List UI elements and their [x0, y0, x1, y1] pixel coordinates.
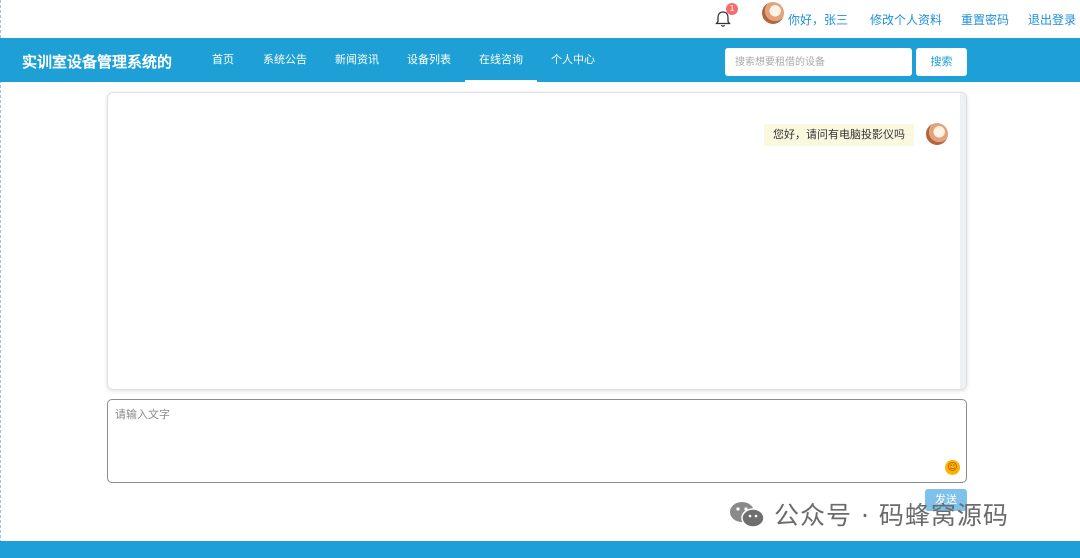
- main-nav: 实训室设备管理系统的 首页 系统公告 新闻资讯 设备列表 在线咨询 个人中心 搜…: [0, 38, 1080, 82]
- smile-emoji-icon[interactable]: ☺: [945, 460, 960, 475]
- page-edge-guide: [0, 0, 1, 558]
- nav-item-online-consult[interactable]: 在线咨询: [465, 38, 537, 82]
- chat-scrollbar[interactable]: [960, 93, 966, 389]
- search-input[interactable]: [725, 48, 912, 76]
- message-composer: ☺: [107, 399, 967, 483]
- nav-item-announcements[interactable]: 系统公告: [263, 38, 307, 82]
- nav-item-news[interactable]: 新闻资讯: [335, 38, 379, 82]
- user-greeting[interactable]: 你好，张三: [788, 11, 848, 28]
- avatar[interactable]: [762, 2, 784, 24]
- logout-link[interactable]: 退出登录: [1028, 11, 1076, 28]
- nav-item-personal-center[interactable]: 个人中心: [551, 38, 595, 82]
- chat-message: 您好，请问有电脑投影仪吗: [764, 124, 914, 146]
- site-title[interactable]: 实训室设备管理系统的: [22, 51, 172, 72]
- search-button[interactable]: 搜索: [916, 48, 967, 76]
- reset-password-link[interactable]: 重置密码: [961, 11, 1009, 28]
- top-bar: 1 你好，张三 修改个人资料 重置密码 退出登录: [0, 0, 1080, 38]
- watermark-text: 公众号 · 码蜂窝源码: [774, 501, 1009, 530]
- watermark: 公众号 · 码蜂窝源码: [726, 498, 1009, 530]
- message-avatar: [926, 123, 948, 145]
- footer-bar: [0, 541, 1080, 558]
- message-input[interactable]: [108, 400, 966, 482]
- nav-item-equipment-list[interactable]: 设备列表: [407, 38, 451, 82]
- nav-item-home[interactable]: 首页: [212, 38, 234, 82]
- chat-history-panel: 您好，请问有电脑投影仪吗: [107, 92, 967, 390]
- notification-badge: 1: [726, 3, 738, 15]
- edit-profile-link[interactable]: 修改个人资料: [870, 11, 942, 28]
- wechat-icon: [730, 502, 765, 528]
